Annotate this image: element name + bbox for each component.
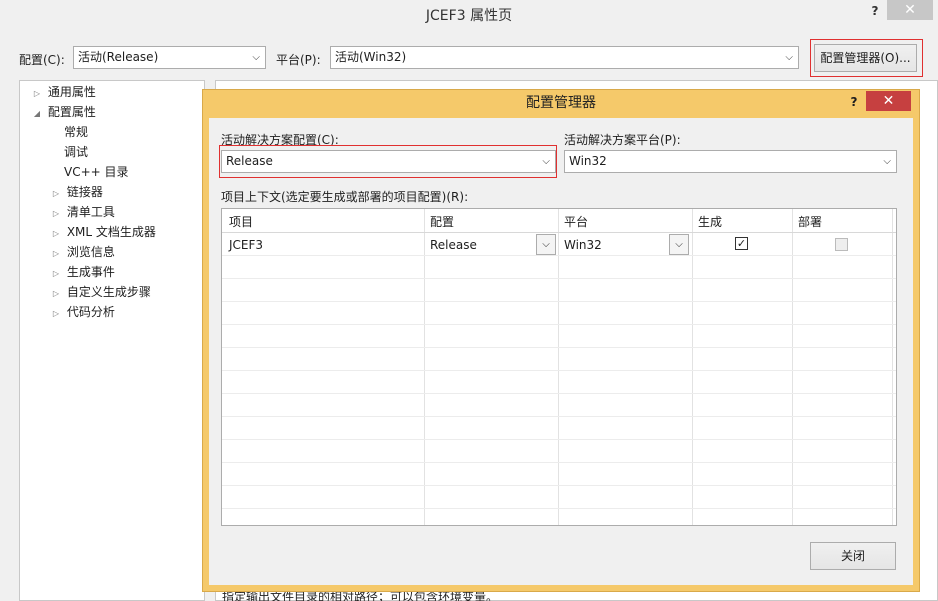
tree-item-build-events[interactable]: ▷ 生成事件 [49, 262, 115, 282]
chevron-down-icon: ⌵ [785, 52, 793, 63]
expand-icon[interactable]: ▷ [30, 84, 44, 104]
expand-icon[interactable]: ▷ [49, 204, 63, 224]
active-config-label: 活动解决方案配置(C): [221, 133, 339, 147]
tree-item-label: VC++ 目录 [64, 165, 129, 179]
tree-item-label: 常规 [64, 125, 89, 139]
project-config-cell[interactable]: Release [430, 238, 477, 252]
expand-icon[interactable]: ▷ [49, 304, 63, 324]
chevron-down-icon: ⌵ [883, 156, 891, 167]
tree-item-label: XML 文档生成器 [66, 225, 156, 239]
tree-item-common-properties[interactable]: ▷ 通用属性 [30, 82, 96, 102]
tree-item-general[interactable]: 常规 [64, 122, 88, 142]
column-header-deploy: 部署 [798, 215, 823, 229]
expand-icon[interactable]: ▷ [49, 184, 63, 204]
dialog-close-icon[interactable]: ✕ [866, 91, 911, 111]
tree-item-vc-directories[interactable]: VC++ 目录 [64, 162, 129, 182]
column-header-platform: 平台 [564, 215, 589, 229]
column-header-project: 项目 [229, 215, 254, 229]
tree-item-label: 自定义生成步骤 [66, 285, 151, 299]
active-config-select[interactable]: Release ⌵ [221, 150, 556, 173]
column-header-config: 配置 [430, 215, 455, 229]
chevron-down-icon: ⌵ [252, 52, 260, 63]
platform-select[interactable]: 活动(Win32) ⌵ [330, 46, 799, 69]
tree-item-label: 代码分析 [66, 305, 115, 319]
dialog-help-button[interactable]: ? [845, 92, 863, 112]
tree-item-manifest-tool[interactable]: ▷ 清单工具 [49, 202, 115, 222]
config-select-value: 活动(Release) [78, 50, 159, 64]
close-button[interactable]: 关闭 [810, 542, 896, 570]
config-select[interactable]: 活动(Release) ⌵ [73, 46, 266, 69]
config-manager-button[interactable]: 配置管理器(O)... [814, 44, 917, 72]
active-platform-label: 活动解决方案平台(P): [564, 133, 681, 147]
build-checkbox[interactable]: ✓ [735, 237, 748, 250]
tree-item-config-properties[interactable]: ◢ 配置属性 [30, 102, 96, 122]
chevron-down-icon[interactable]: ⌵ [669, 234, 689, 255]
tree-item-label: 调试 [64, 145, 89, 159]
tree-item-label: 配置属性 [47, 105, 96, 119]
tree-item-label: 清单工具 [66, 205, 115, 219]
checkmark-icon: ✓ [736, 237, 747, 250]
tree-item-label: 通用属性 [47, 85, 96, 99]
tree-item-debugging[interactable]: 调试 [64, 142, 88, 162]
chevron-down-icon: ⌵ [542, 156, 550, 167]
active-config-value: Release [226, 154, 273, 168]
expand-icon[interactable]: ▷ [49, 264, 63, 284]
close-window-button[interactable]: ✕ [887, 0, 933, 20]
expand-icon[interactable]: ▷ [49, 224, 63, 244]
collapse-icon[interactable]: ◢ [30, 104, 44, 124]
tree-item-label: 生成事件 [66, 265, 115, 279]
column-header-build: 生成 [698, 215, 723, 229]
project-contexts-grid: 项目 配置 平台 生成 部署 JCEF3 Release ⌵ Win32 ⌵ ✓ [221, 208, 897, 526]
property-tree: ▷ 通用属性 ◢ 配置属性 常规 调试 VC++ 目录 ▷ 链接器 ▷ 清单工具… [19, 80, 205, 601]
expand-icon[interactable]: ▷ [49, 284, 63, 304]
platform-select-value: 活动(Win32) [335, 50, 407, 64]
dialog-title: 配置管理器 [526, 95, 596, 111]
tree-item-linker[interactable]: ▷ 链接器 [49, 182, 103, 202]
tree-item-custom-build-step[interactable]: ▷ 自定义生成步骤 [49, 282, 151, 302]
tree-item-label: 链接器 [66, 185, 103, 199]
project-platform-cell[interactable]: Win32 [564, 238, 602, 252]
help-button[interactable]: ? [866, 0, 884, 22]
project-contexts-label: 项目上下文(选定要生成或部署的项目配置)(R): [221, 190, 469, 204]
chevron-down-icon[interactable]: ⌵ [536, 234, 556, 255]
tree-item-label: 浏览信息 [66, 245, 115, 259]
expand-icon[interactable]: ▷ [49, 244, 63, 264]
deploy-checkbox [835, 238, 848, 251]
tree-item-xml-doc-generator[interactable]: ▷ XML 文档生成器 [49, 222, 156, 242]
config-label: 配置(C): [19, 53, 65, 67]
tree-item-browse-info[interactable]: ▷ 浏览信息 [49, 242, 115, 262]
active-platform-value: Win32 [569, 154, 607, 168]
active-platform-select[interactable]: Win32 ⌵ [564, 150, 897, 173]
project-name-cell: JCEF3 [229, 238, 264, 252]
window-title: JCEF3 属性页 [425, 8, 513, 24]
platform-label: 平台(P): [276, 53, 321, 67]
tree-item-code-analysis[interactable]: ▷ 代码分析 [49, 302, 115, 322]
